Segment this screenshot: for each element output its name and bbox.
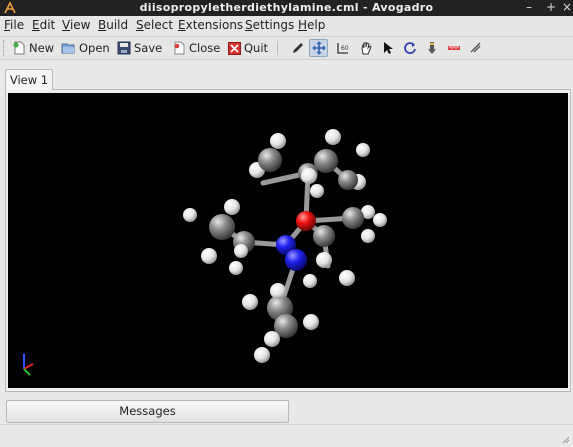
auto-optimize-icon — [427, 42, 436, 54]
quit-label: Quit — [244, 41, 269, 55]
bond-centric-manipulate-button[interactable]: 60 — [333, 39, 352, 57]
quit-button[interactable]: Quit — [228, 39, 268, 57]
select-tool-icon — [383, 42, 393, 54]
window-title: diisopropyletherdiethylamine.cml - Avoga… — [139, 1, 434, 14]
new-file-icon — [13, 41, 25, 55]
save-disk-icon — [117, 41, 131, 55]
resize-grip-icon[interactable] — [562, 436, 570, 444]
statusbar-divider — [0, 424, 573, 425]
quit-icon — [228, 41, 241, 55]
oxygen-atom — [296, 211, 316, 231]
close-label: Close — [189, 41, 221, 55]
menu-select[interactable]: Select — [136, 18, 173, 32]
measure-tool-icon — [447, 46, 460, 50]
auto-rotate-button[interactable] — [400, 39, 419, 57]
draw-tool-button[interactable] — [288, 39, 307, 57]
menu-edit[interactable]: Edit — [32, 18, 55, 32]
open-folder-icon — [61, 43, 75, 54]
close-document-icon — [174, 41, 185, 55]
toolbar-separator — [277, 41, 278, 55]
new-label: New — [29, 41, 55, 55]
menu-settings[interactable]: Settings — [245, 18, 294, 32]
draw-tool-icon — [292, 43, 303, 53]
navigate-tool-button[interactable] — [309, 39, 328, 57]
axes-indicator — [23, 354, 34, 376]
nitrogen-atom — [285, 249, 307, 271]
close-button[interactable]: Close — [173, 39, 220, 57]
new-button[interactable]: New — [12, 39, 54, 57]
open-button[interactable]: Open — [61, 39, 110, 57]
molecule-3d-viewport[interactable] — [8, 93, 568, 388]
bond-centric-manipulate-icon: 60 — [336, 43, 349, 54]
messages-dock-button[interactable]: Messages — [6, 400, 289, 423]
select-tool-button[interactable] — [378, 39, 397, 57]
measure-tool-button[interactable] — [444, 39, 463, 57]
toolbar-grip[interactable] — [3, 40, 7, 56]
menu-extensions[interactable]: Extensions — [178, 18, 243, 32]
menu-build[interactable]: Build — [98, 18, 128, 32]
auto-rotate-icon — [403, 42, 416, 54]
save-label: Save — [134, 41, 163, 55]
close-window-button[interactable]: × — [562, 0, 572, 14]
align-tool-button[interactable] — [466, 39, 485, 57]
maximize-button[interactable]: + — [546, 0, 556, 14]
menu-help[interactable]: Help — [298, 18, 325, 32]
menu-file[interactable]: File — [4, 18, 24, 32]
open-label: Open — [79, 41, 110, 55]
tab-view-1[interactable]: View 1 — [5, 69, 53, 90]
minimize-button[interactable]: – — [526, 0, 532, 14]
manipulate-tool-button[interactable] — [356, 39, 375, 57]
svg-text:60: 60 — [341, 45, 349, 52]
manipulate-tool-icon — [360, 42, 372, 55]
auto-optimize-button[interactable] — [422, 39, 441, 57]
molecule-render[interactable] — [8, 93, 568, 388]
menu-view[interactable]: View — [62, 18, 90, 32]
navigate-tool-icon — [312, 41, 325, 55]
main-toolbar: New Open Save Close Quit 60 — [0, 37, 573, 60]
align-tool-icon — [470, 42, 480, 53]
menubar: File Edit View Build Select Extensions S… — [0, 16, 573, 37]
window-titlebar[interactable]: diisopropyletherdiethylamine.cml - Avoga… — [0, 0, 573, 16]
save-button[interactable]: Save — [117, 39, 162, 57]
